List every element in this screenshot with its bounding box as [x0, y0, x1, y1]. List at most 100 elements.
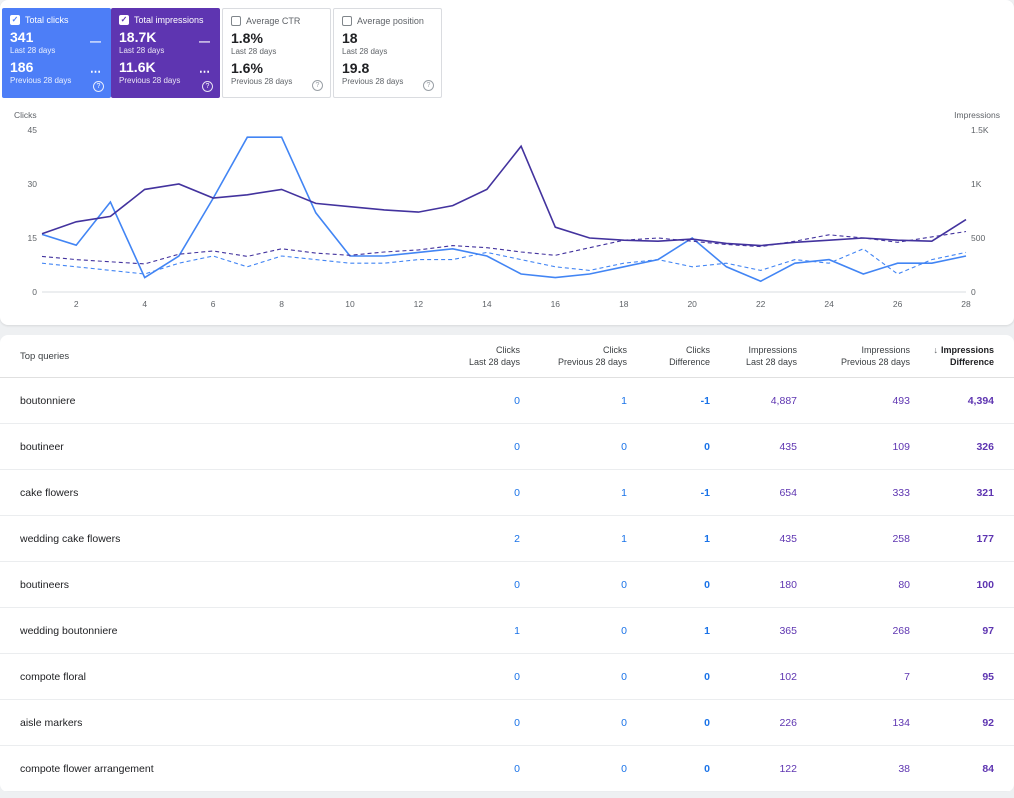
- table-row[interactable]: compote floral 0 0 0 102 7 95: [0, 653, 1014, 700]
- svg-text:0: 0: [32, 287, 37, 297]
- query-cell[interactable]: boutonniere: [0, 377, 400, 424]
- checkbox-unchecked-icon[interactable]: [342, 16, 352, 26]
- checkmark-icon: ✓: [11, 15, 19, 24]
- query-cell[interactable]: compote floral: [0, 653, 400, 700]
- impressions-last-cell: 435: [710, 515, 797, 562]
- column-header-clicks-last[interactable]: Clicks Last 28 days: [400, 335, 520, 378]
- svg-text:Clicks: Clicks: [14, 110, 37, 120]
- impressions-difference-cell: 326: [910, 423, 1014, 470]
- column-header-impressions-difference[interactable]: ↓ Impressions Difference: [910, 335, 1014, 378]
- svg-text:18: 18: [619, 299, 629, 309]
- impressions-difference-cell: 95: [910, 653, 1014, 700]
- table-row[interactable]: wedding cake flowers 2 1 1 435 258 177: [0, 515, 1014, 562]
- table-row[interactable]: boutineers 0 0 0 180 80 100: [0, 561, 1014, 608]
- metric-value-previous: 19.8: [342, 60, 370, 76]
- svg-text:0: 0: [971, 287, 976, 297]
- impressions-difference-cell: 92: [910, 699, 1014, 746]
- query-cell[interactable]: compote flower arrangement: [0, 745, 400, 792]
- card-label: Total impressions: [134, 15, 204, 25]
- metric-value-previous: 11.6K: [119, 59, 156, 75]
- checkbox-checked-icon[interactable]: ✓: [119, 15, 129, 25]
- clicks-last-cell: 0: [400, 423, 520, 470]
- query-cell[interactable]: cake flowers: [0, 469, 400, 516]
- clicks-last-cell: 0: [400, 561, 520, 608]
- column-header-clicks-difference[interactable]: Clicks Difference: [627, 335, 710, 378]
- performance-panel: ✓ Total clicks 341 Last 28 days — 186 Pr…: [0, 0, 1014, 325]
- query-cell[interactable]: aisle markers: [0, 699, 400, 746]
- metric-period-current: Last 28 days: [119, 46, 165, 55]
- metric-card-total-clicks[interactable]: ✓ Total clicks 341 Last 28 days — 186 Pr…: [2, 8, 111, 98]
- metric-period-previous: Previous 28 days: [119, 76, 181, 85]
- impressions-previous-cell: 258: [797, 515, 910, 562]
- impressions-previous-cell: 268: [797, 607, 910, 654]
- help-icon[interactable]: ?: [423, 80, 434, 91]
- svg-text:500: 500: [971, 233, 985, 243]
- help-icon[interactable]: ?: [202, 81, 213, 92]
- clicks-difference-cell: 0: [627, 699, 710, 746]
- impressions-last-cell: 180: [710, 561, 797, 608]
- table-row[interactable]: boutineer 0 0 0 435 109 326: [0, 423, 1014, 470]
- metric-value-previous: 186: [10, 59, 34, 75]
- metric-card-average-position[interactable]: Average position 18 Last 28 days 19.8 Pr…: [333, 8, 442, 98]
- table-row[interactable]: cake flowers 0 1 -1 654 333 321: [0, 469, 1014, 516]
- svg-text:10: 10: [345, 299, 355, 309]
- svg-text:2: 2: [74, 299, 79, 309]
- metric-value-current: 1.8%: [231, 30, 263, 46]
- metric-period-previous: Previous 28 days: [231, 77, 293, 86]
- clicks-previous-cell: 0: [520, 699, 627, 746]
- svg-text:1K: 1K: [971, 179, 982, 189]
- help-icon[interactable]: ?: [93, 81, 104, 92]
- query-cell[interactable]: boutineers: [0, 561, 400, 608]
- table-row[interactable]: compote flower arrangement 0 0 0 122 38 84: [0, 745, 1014, 792]
- clicks-last-cell: 0: [400, 699, 520, 746]
- impressions-difference-cell: 177: [910, 515, 1014, 562]
- column-header-impressions-last[interactable]: Impressions Last 28 days: [710, 335, 797, 378]
- table-row[interactable]: aisle markers 0 0 0 226 134 92: [0, 699, 1014, 746]
- metric-value-current: 341: [10, 29, 34, 45]
- metric-card-average-ctr[interactable]: Average CTR 1.8% Last 28 days 1.6% Previ…: [222, 8, 331, 98]
- clicks-last-cell: 2: [400, 515, 520, 562]
- query-cell[interactable]: wedding cake flowers: [0, 515, 400, 562]
- impressions-difference-cell: 97: [910, 607, 1014, 654]
- impressions-previous-cell: 333: [797, 469, 910, 516]
- impressions-previous-cell: 493: [797, 377, 910, 424]
- impressions-last-cell: 122: [710, 745, 797, 792]
- column-header-clicks-previous[interactable]: Clicks Previous 28 days: [520, 335, 627, 378]
- clicks-difference-cell: 0: [627, 653, 710, 700]
- sort-descending-icon: ↓: [933, 345, 938, 355]
- clicks-difference-cell: 0: [627, 423, 710, 470]
- clicks-difference-cell: -1: [627, 469, 710, 516]
- impressions-last-cell: 226: [710, 699, 797, 746]
- svg-text:24: 24: [824, 299, 834, 309]
- svg-text:20: 20: [687, 299, 697, 309]
- table-row[interactable]: wedding boutonniere 1 0 1 365 268 97: [0, 607, 1014, 654]
- queries-table-body: boutonniere 0 1 -1 4,887 493 4,394 boutineer 0 0 0…: [0, 377, 1014, 792]
- svg-text:14: 14: [482, 299, 492, 309]
- impressions-difference-cell: 4,394: [910, 377, 1014, 424]
- svg-text:30: 30: [28, 179, 38, 189]
- column-header-impressions-previous[interactable]: Impressions Previous 28 days: [797, 335, 910, 378]
- queries-table-panel: Top queries Clicks Last 28 days Clicks Pre…: [0, 335, 1014, 792]
- checkbox-checked-icon[interactable]: ✓: [10, 15, 20, 25]
- checkbox-unchecked-icon[interactable]: [231, 16, 241, 26]
- impressions-previous-cell: 7: [797, 653, 910, 700]
- impressions-previous-cell: 80: [797, 561, 910, 608]
- svg-text:16: 16: [551, 299, 561, 309]
- impressions-last-cell: 365: [710, 607, 797, 654]
- help-icon[interactable]: ?: [312, 80, 323, 91]
- metric-card-total-impressions[interactable]: ✓ Total impressions 18.7K Last 28 days —…: [111, 8, 220, 98]
- query-cell[interactable]: wedding boutonniere: [0, 607, 400, 654]
- impressions-difference-cell: 100: [910, 561, 1014, 608]
- svg-text:15: 15: [28, 233, 38, 243]
- impressions-previous-cell: 134: [797, 699, 910, 746]
- metric-period-current: Last 28 days: [342, 47, 388, 56]
- table-row[interactable]: boutonniere 0 1 -1 4,887 493 4,394: [0, 377, 1014, 424]
- clicks-previous-cell: 0: [520, 607, 627, 654]
- card-label: Average position: [357, 16, 424, 26]
- chart-svg: Clicks Impressions015304505001K1.5K2 4 6 8 10…: [14, 110, 1000, 309]
- performance-chart: Clicks Impressions 0 15 30 45 0 500 1K 1.5K 2 4 6 8 10…: [0, 98, 1014, 325]
- impressions-previous-cell: 109: [797, 423, 910, 470]
- clicks-last-cell: 0: [400, 745, 520, 792]
- impressions-difference-cell: 84: [910, 745, 1014, 792]
- query-cell[interactable]: boutineer: [0, 423, 400, 470]
